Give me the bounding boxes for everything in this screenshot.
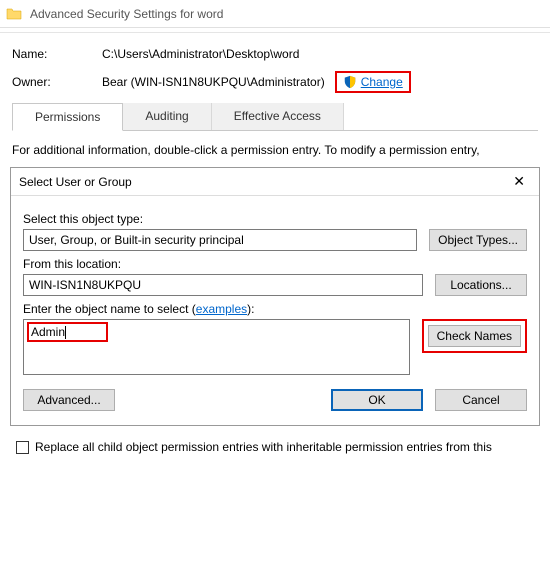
name-row: Name: C:\Users\Administrator\Desktop\wor… [12, 47, 538, 61]
select-user-dialog: Select User or Group ✕ Select this objec… [10, 167, 540, 426]
name-label: Name: [12, 47, 102, 61]
check-names-button[interactable]: Check Names [428, 325, 521, 347]
text-caret [65, 326, 66, 339]
change-owner-link[interactable]: Change [361, 75, 403, 89]
owner-value: Bear (WIN-ISN1N8UKPQU\Administrator) [102, 75, 325, 89]
replace-child-row: Replace all child object permission entr… [0, 426, 550, 454]
dialog-titlebar: Select User or Group ✕ [11, 168, 539, 196]
owner-row: Owner: Bear (WIN-ISN1N8UKPQU\Administrat… [12, 71, 538, 93]
replace-child-checkbox[interactable] [16, 441, 29, 454]
object-name-input[interactable]: Admin [23, 319, 410, 375]
object-type-label: Select this object type: [23, 212, 527, 226]
window-titlebar: Advanced Security Settings for word [0, 0, 550, 28]
replace-child-label: Replace all child object permission entr… [35, 440, 492, 454]
location-field: WIN-ISN1N8UKPQU [23, 274, 423, 296]
advanced-button[interactable]: Advanced... [23, 389, 115, 411]
object-types-button[interactable]: Object Types... [429, 229, 527, 251]
object-name-label: Enter the object name to select (example… [23, 302, 527, 316]
folder-icon [6, 6, 22, 22]
change-owner-highlight: Change [335, 71, 411, 93]
tab-permissions[interactable]: Permissions [12, 103, 123, 131]
tab-strip: Permissions Auditing Effective Access [12, 103, 538, 131]
hint-text: For additional information, double-click… [12, 131, 538, 167]
cancel-button[interactable]: Cancel [435, 389, 527, 411]
examples-link[interactable]: examples [196, 302, 247, 316]
owner-label: Owner: [12, 75, 102, 89]
name-value: C:\Users\Administrator\Desktop\word [102, 47, 299, 61]
object-name-value: Admin [27, 322, 108, 342]
location-label: From this location: [23, 257, 527, 271]
tab-auditing[interactable]: Auditing [123, 103, 211, 130]
shield-icon [343, 75, 357, 89]
ok-button[interactable]: OK [331, 389, 423, 411]
main-panel: Name: C:\Users\Administrator\Desktop\wor… [0, 32, 550, 167]
tab-effective-access[interactable]: Effective Access [212, 103, 344, 130]
locations-button[interactable]: Locations... [435, 274, 527, 296]
dialog-title: Select User or Group [19, 175, 132, 189]
window-title: Advanced Security Settings for word [30, 7, 223, 21]
object-type-field: User, Group, or Built-in security princi… [23, 229, 417, 251]
check-names-highlight: Check Names [422, 319, 527, 353]
close-button[interactable]: ✕ [507, 171, 531, 192]
